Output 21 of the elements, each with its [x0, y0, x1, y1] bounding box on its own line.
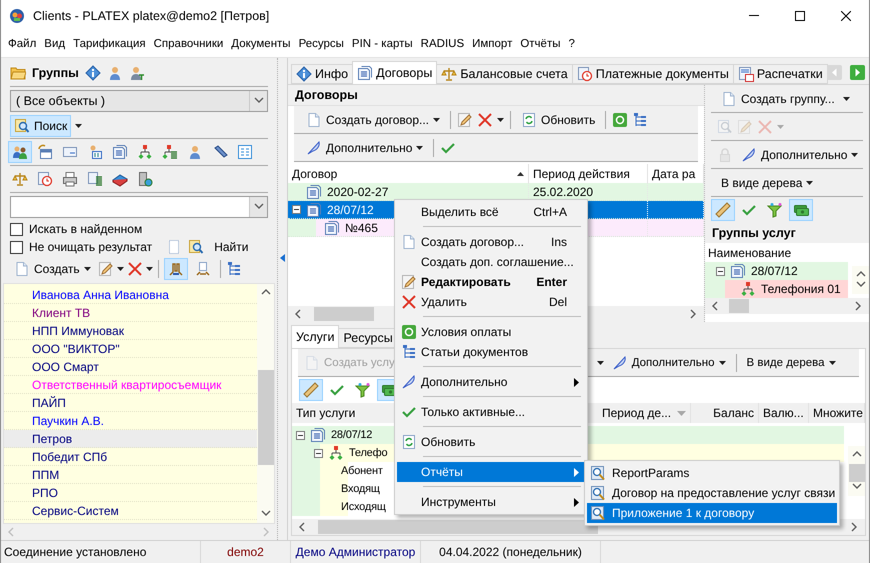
- status-text: Соединение установлено: [4, 545, 146, 559]
- status-text: 04.04.2022 (понедельник): [439, 545, 582, 559]
- panel-title: Договоры: [295, 88, 358, 102]
- panel-title: Группы: [32, 66, 79, 80]
- tree-item-label: Телефония 01: [761, 282, 841, 296]
- tree-item-label: 28/07/12: [331, 429, 372, 441]
- tree-item-label: Абонент: [341, 465, 383, 477]
- tree-item-label: Входящ: [341, 483, 380, 495]
- status-text: demo2: [227, 545, 264, 559]
- table-cell: №465: [345, 220, 378, 234]
- table-cell: 2020-02-27: [327, 184, 388, 198]
- checkbox-label: Искать в найденном: [29, 222, 142, 236]
- table-cell: 25.02.2020: [533, 184, 594, 198]
- checkbox-label: Не очищать результат: [29, 240, 152, 254]
- tree-item-label: Исходящ: [341, 501, 386, 513]
- panel-title: Группы услуг: [712, 226, 796, 240]
- window-title: Clients - PLATEX platex@demo2 [Петров]: [33, 8, 270, 22]
- tree-item-label: 28/07/12: [751, 264, 798, 278]
- status-text: Демо Администратор: [296, 545, 416, 559]
- tree-item-label: Телефо: [349, 447, 388, 459]
- table-cell: 28/07/12: [327, 202, 374, 216]
